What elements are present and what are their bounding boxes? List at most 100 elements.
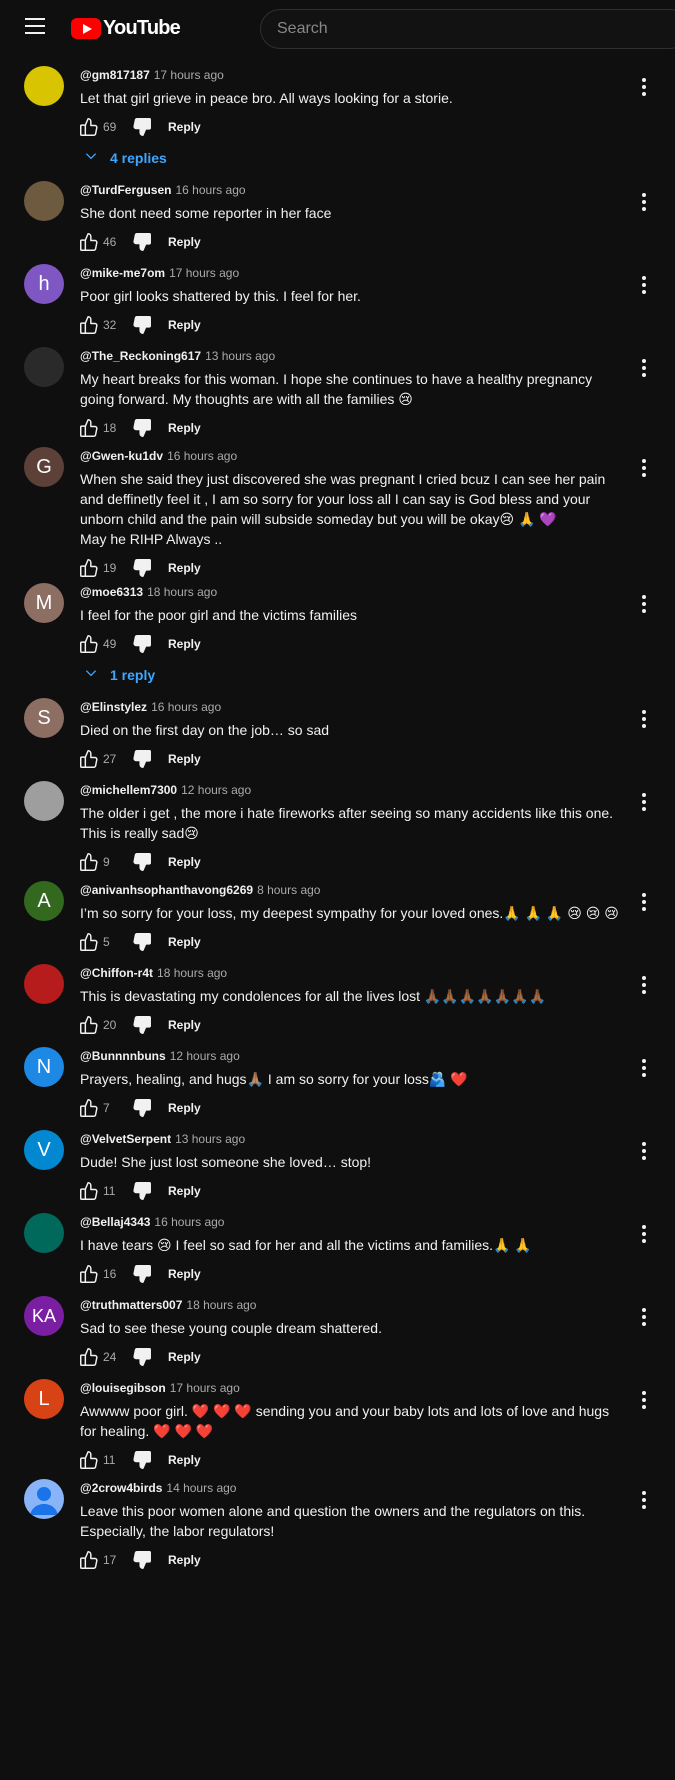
like-icon[interactable] bbox=[78, 1346, 100, 1368]
avatar[interactable]: S bbox=[24, 698, 64, 738]
reply-button[interactable]: Reply bbox=[168, 1101, 201, 1115]
like-icon[interactable] bbox=[78, 314, 100, 336]
comment-author[interactable]: @moe6313 bbox=[80, 585, 143, 599]
comment-time[interactable]: 12 hours ago bbox=[181, 783, 251, 797]
dislike-icon[interactable] bbox=[131, 231, 153, 253]
comment-author[interactable]: @anivanhsophanthavong6269 bbox=[80, 883, 253, 897]
search-box[interactable] bbox=[260, 9, 675, 49]
like-icon[interactable] bbox=[78, 231, 100, 253]
avatar[interactable]: h bbox=[24, 264, 64, 304]
comment-time[interactable]: 14 hours ago bbox=[166, 1481, 236, 1495]
like-icon[interactable] bbox=[78, 1097, 100, 1119]
comment-author[interactable]: @louisegibson bbox=[80, 1381, 166, 1395]
like-icon[interactable] bbox=[78, 557, 100, 579]
avatar[interactable] bbox=[24, 1479, 64, 1519]
comment-author[interactable]: @Bunnnnbuns bbox=[80, 1049, 166, 1063]
more-actions-icon[interactable] bbox=[640, 459, 648, 479]
dislike-icon[interactable] bbox=[131, 931, 153, 953]
reply-button[interactable]: Reply bbox=[168, 752, 201, 766]
comment-author[interactable]: @truthmatters007 bbox=[80, 1298, 182, 1312]
dislike-icon[interactable] bbox=[131, 1346, 153, 1368]
search-input[interactable] bbox=[277, 10, 657, 48]
dislike-icon[interactable] bbox=[131, 1014, 153, 1036]
comment-author[interactable]: @VelvetSerpent bbox=[80, 1132, 171, 1146]
dislike-icon[interactable] bbox=[131, 851, 153, 873]
more-actions-icon[interactable] bbox=[640, 1225, 648, 1245]
avatar[interactable]: V bbox=[24, 1130, 64, 1170]
comment-time[interactable]: 16 hours ago bbox=[167, 449, 237, 463]
avatar[interactable]: L bbox=[24, 1379, 64, 1419]
reply-button[interactable]: Reply bbox=[168, 235, 201, 249]
more-actions-icon[interactable] bbox=[640, 1142, 648, 1162]
avatar[interactable] bbox=[24, 181, 64, 221]
avatar[interactable] bbox=[24, 347, 64, 387]
more-actions-icon[interactable] bbox=[640, 359, 648, 379]
comment-time[interactable]: 17 hours ago bbox=[169, 266, 239, 280]
reply-button[interactable]: Reply bbox=[168, 120, 201, 134]
reply-button[interactable]: Reply bbox=[168, 561, 201, 575]
dislike-icon[interactable] bbox=[131, 748, 153, 770]
avatar[interactable] bbox=[24, 66, 64, 106]
more-actions-icon[interactable] bbox=[640, 1391, 648, 1411]
avatar[interactable] bbox=[24, 964, 64, 1004]
view-replies-button[interactable]: 4 replies bbox=[84, 149, 167, 166]
like-icon[interactable] bbox=[78, 417, 100, 439]
dislike-icon[interactable] bbox=[131, 417, 153, 439]
comment-time[interactable]: 17 hours ago bbox=[154, 68, 224, 82]
reply-button[interactable]: Reply bbox=[168, 935, 201, 949]
like-icon[interactable] bbox=[78, 633, 100, 655]
view-replies-button[interactable]: 1 reply bbox=[84, 666, 155, 683]
dislike-icon[interactable] bbox=[131, 1549, 153, 1571]
like-icon[interactable] bbox=[78, 1449, 100, 1471]
avatar[interactable]: G bbox=[24, 447, 64, 487]
reply-button[interactable]: Reply bbox=[168, 1453, 201, 1467]
dislike-icon[interactable] bbox=[131, 1097, 153, 1119]
reply-button[interactable]: Reply bbox=[168, 421, 201, 435]
comment-author[interactable]: @2crow4birds bbox=[80, 1481, 162, 1495]
more-actions-icon[interactable] bbox=[640, 976, 648, 996]
reply-button[interactable]: Reply bbox=[168, 1184, 201, 1198]
like-icon[interactable] bbox=[78, 931, 100, 953]
comment-time[interactable]: 13 hours ago bbox=[175, 1132, 245, 1146]
more-actions-icon[interactable] bbox=[640, 1491, 648, 1511]
reply-button[interactable]: Reply bbox=[168, 1018, 201, 1032]
dislike-icon[interactable] bbox=[131, 557, 153, 579]
reply-button[interactable]: Reply bbox=[168, 637, 201, 651]
like-icon[interactable] bbox=[78, 748, 100, 770]
dislike-icon[interactable] bbox=[131, 1180, 153, 1202]
comment-author[interactable]: @TurdFergusen bbox=[80, 183, 171, 197]
comment-time[interactable]: 17 hours ago bbox=[170, 1381, 240, 1395]
comment-author[interactable]: @Chiffon-r4t bbox=[80, 966, 153, 980]
dislike-icon[interactable] bbox=[131, 116, 153, 138]
reply-button[interactable]: Reply bbox=[168, 855, 201, 869]
avatar[interactable]: N bbox=[24, 1047, 64, 1087]
comment-author[interactable]: @Bellaj4343 bbox=[80, 1215, 150, 1229]
like-icon[interactable] bbox=[78, 1263, 100, 1285]
youtube-logo[interactable]: YouTube bbox=[71, 17, 181, 40]
avatar[interactable]: KA bbox=[24, 1296, 64, 1336]
comment-time[interactable]: 18 hours ago bbox=[157, 966, 227, 980]
reply-button[interactable]: Reply bbox=[168, 318, 201, 332]
more-actions-icon[interactable] bbox=[640, 595, 648, 615]
more-actions-icon[interactable] bbox=[640, 276, 648, 296]
like-icon[interactable] bbox=[78, 116, 100, 138]
like-icon[interactable] bbox=[78, 851, 100, 873]
like-icon[interactable] bbox=[78, 1180, 100, 1202]
avatar[interactable]: A bbox=[24, 881, 64, 921]
avatar[interactable]: M bbox=[24, 583, 64, 623]
comment-author[interactable]: @michellem7300 bbox=[80, 783, 177, 797]
dislike-icon[interactable] bbox=[131, 1449, 153, 1471]
comment-time[interactable]: 16 hours ago bbox=[151, 700, 221, 714]
more-actions-icon[interactable] bbox=[640, 793, 648, 813]
like-icon[interactable] bbox=[78, 1549, 100, 1571]
like-icon[interactable] bbox=[78, 1014, 100, 1036]
comment-time[interactable]: 16 hours ago bbox=[154, 1215, 224, 1229]
more-actions-icon[interactable] bbox=[640, 710, 648, 730]
dislike-icon[interactable] bbox=[131, 314, 153, 336]
avatar[interactable] bbox=[24, 1213, 64, 1253]
hamburger-menu-icon[interactable] bbox=[25, 18, 47, 38]
more-actions-icon[interactable] bbox=[640, 193, 648, 213]
comment-time[interactable]: 18 hours ago bbox=[186, 1298, 256, 1312]
more-actions-icon[interactable] bbox=[640, 78, 648, 98]
comment-author[interactable]: @Gwen-ku1dv bbox=[80, 449, 163, 463]
